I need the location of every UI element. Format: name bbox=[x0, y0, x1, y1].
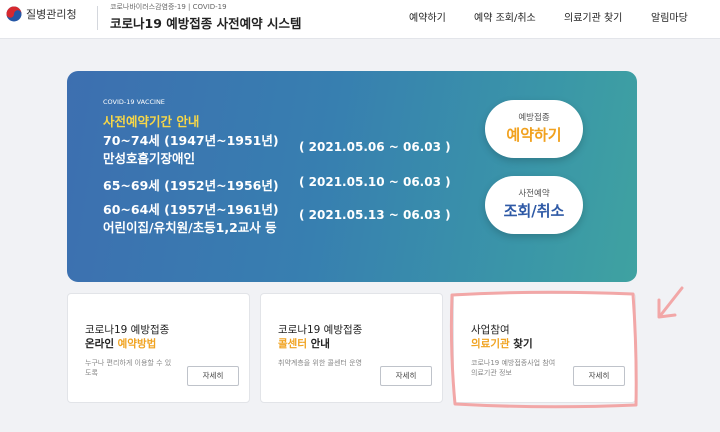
group3-period: ( 2021.05.13 ~ 06.03 ) bbox=[299, 208, 451, 222]
card-line2-highlight: 의료기관 bbox=[471, 338, 510, 350]
card-line1: 코로나19 예방접종 bbox=[278, 324, 363, 336]
card-description: 누구나 편리하게 이용할 수 있도록 bbox=[85, 359, 172, 377]
card-description: 코로나19 예방접종사업 참여의료기관 정보 bbox=[471, 359, 556, 377]
banner-tag: COVID-19 VACCINE bbox=[103, 98, 165, 106]
header-divider bbox=[97, 6, 98, 30]
group1-period: ( 2021.05.06 ~ 06.03 ) bbox=[299, 140, 451, 154]
group2-period: ( 2021.05.10 ~ 06.03 ) bbox=[299, 175, 451, 189]
nav-notice[interactable]: 알림마당 bbox=[651, 9, 688, 24]
lookup-cancel-button[interactable]: 사전예약 조회/취소 bbox=[485, 176, 583, 234]
org-name: 질병관리청 bbox=[26, 8, 77, 21]
group2-age: 65~69세 (1952년~1956년) bbox=[103, 178, 279, 193]
details-button[interactable]: 자세히 bbox=[187, 366, 239, 386]
lookup-button-caption: 사전예약 bbox=[518, 189, 550, 199]
card-line2-text: 안내 bbox=[306, 338, 330, 350]
banner-heading: 사전예약기간 안내 bbox=[103, 114, 200, 129]
nav-reserve[interactable]: 예약하기 bbox=[409, 9, 446, 24]
kdca-logo[interactable]: 질병관리청 bbox=[6, 6, 77, 22]
nav-find-clinic[interactable]: 의료기관 찾기 bbox=[564, 9, 622, 24]
reserve-button-label: 예약하기 bbox=[506, 126, 562, 144]
card-call-center[interactable]: 코로나19 예방접종 콜센터 안내 취약계층을 위한 콜센터 운영 자세히 bbox=[260, 293, 443, 403]
group3-extra: 어린이집/유치원/초등1,2교사 등 bbox=[103, 220, 277, 235]
site-header: 질병관리청 코로나바이러스감염증-19 | COVID-19 코로나19 예방접… bbox=[0, 0, 720, 39]
nav-lookup-cancel[interactable]: 예약 조회/취소 bbox=[474, 9, 536, 24]
card-find-clinic[interactable]: 사업참여 의료기관 찾기 코로나19 예방접종사업 참여의료기관 정보 자세히 bbox=[453, 293, 636, 403]
card-line2: 온라인 예약방법 bbox=[85, 336, 156, 351]
group1-age: 70~74세 (1947년~1951년) bbox=[103, 133, 279, 148]
annotation-arrow-icon bbox=[657, 286, 684, 319]
card-line2-highlight: 콜센터 bbox=[278, 338, 307, 350]
card-description: 취약계층을 위한 콜센터 운영 bbox=[278, 359, 362, 367]
site-subtitle: 코로나바이러스감염증-19 | COVID-19 bbox=[110, 3, 227, 11]
site-title[interactable]: 코로나19 예방접종 사전예약 시스템 bbox=[110, 13, 301, 32]
group3-age: 60~64세 (1957년~1961년) bbox=[103, 202, 279, 217]
card-line2-text: 찾기 bbox=[509, 338, 533, 350]
card-line2: 의료기관 찾기 bbox=[471, 336, 533, 351]
card-line1: 코로나19 예방접종 bbox=[85, 324, 170, 336]
lookup-button-label: 조회/취소 bbox=[503, 202, 565, 220]
card-line2-highlight: 예약방법 bbox=[117, 338, 157, 350]
card-online-reservation[interactable]: 코로나19 예방접종 온라인 예약방법 누구나 편리하게 이용할 수 있도록 자… bbox=[67, 293, 250, 403]
taegeuk-emblem-icon bbox=[6, 6, 22, 22]
card-line2-text: 온라인 bbox=[85, 338, 118, 350]
details-button[interactable]: 자세히 bbox=[573, 366, 625, 386]
reservation-banner: COVID-19 VACCINE 사전예약기간 안내 70~74세 (1947년… bbox=[67, 71, 637, 282]
card-line1: 사업참여 bbox=[471, 324, 510, 336]
reserve-button-caption: 예방접종 bbox=[518, 113, 550, 123]
details-button[interactable]: 자세히 bbox=[380, 366, 432, 386]
reserve-button[interactable]: 예방접종 예약하기 bbox=[485, 100, 583, 158]
card-line2: 콜센터 안내 bbox=[278, 336, 330, 351]
group1-extra: 만성호흡기장애인 bbox=[103, 151, 196, 166]
